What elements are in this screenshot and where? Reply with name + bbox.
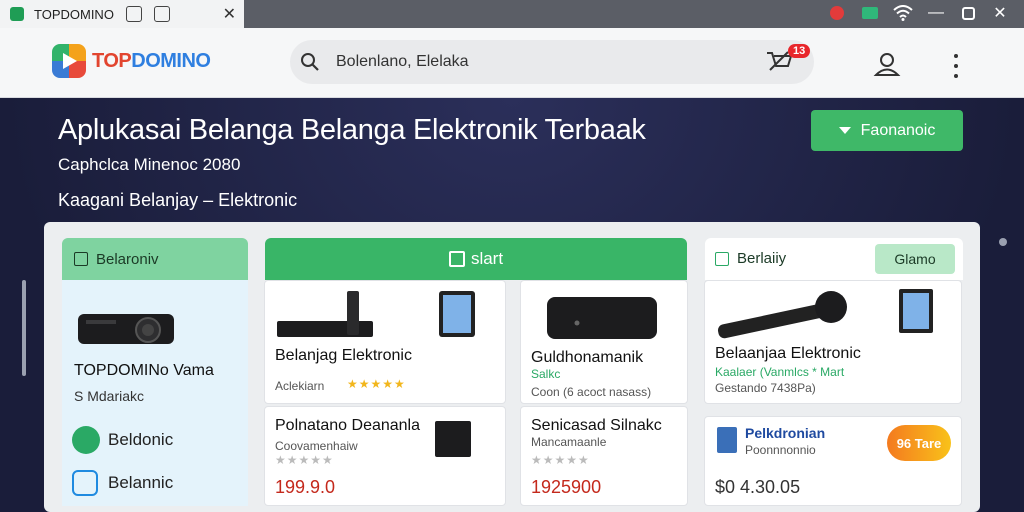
product-sub: Mancamaanle: [531, 435, 607, 449]
wifi-icon[interactable]: [892, 2, 914, 24]
green-circle-icon: [72, 426, 100, 454]
product-title: Senicasad Silnakc: [531, 417, 662, 434]
product-sub: Gestando 7438Pa): [715, 381, 816, 395]
product-card-6[interactable]: Pelkdronian Poonnnonnio 96 Tare $0 4.30.…: [704, 416, 962, 506]
link-beldonic[interactable]: Beldonic: [72, 426, 173, 454]
search-bar[interactable]: Bolenlano, Elelaka: [290, 40, 814, 84]
product-image: [717, 289, 933, 339]
product-sub: Poonnnonnio: [745, 443, 816, 457]
product-image: [435, 421, 471, 457]
mail-icon: [72, 470, 98, 496]
category-icon: [715, 251, 729, 266]
product-sub: Coovamenhaiw: [275, 439, 358, 453]
rating-stars: ★★★★★: [347, 377, 406, 391]
product-card-5[interactable]: Belaanjaa Elektronic Kaalaer (Vanmlcs * …: [704, 280, 962, 404]
right-scroll-indicator[interactable]: [999, 238, 1007, 246]
app-tray-icon[interactable]: [860, 2, 880, 24]
rating-stars: ★★★★★: [531, 453, 590, 467]
product-card-2[interactable]: Guldhonamanik Salkc Coon (6 acoct nasass…: [520, 280, 688, 404]
app-favicon-icon: [10, 7, 24, 21]
hero-subtitle: Caphclca Minenoc 2080: [58, 155, 241, 174]
tab-close-icon[interactable]: ✕: [223, 4, 236, 24]
tab-title: TOPDOMINO: [34, 6, 114, 22]
maximize-icon[interactable]: [958, 2, 978, 24]
right-header: Berlaiiy Glamo: [705, 238, 963, 280]
left-card[interactable]: TOPDOMINo Vama S Mdariakc Beldonic Belan…: [62, 280, 248, 506]
link-belannic[interactable]: Belannic: [72, 470, 173, 496]
user-icon[interactable]: [872, 50, 902, 80]
browser-tab[interactable]: TOPDOMINO ✕: [0, 0, 244, 28]
product-card-1[interactable]: Belanjag Elektronic Aclekiarn ★★★★★: [264, 280, 506, 404]
promo-badge[interactable]: 96 Tare: [887, 425, 951, 461]
checkbox-icon: [448, 251, 465, 267]
logo[interactable]: TOPDOMINO: [52, 44, 211, 78]
product-card-4[interactable]: Senicasad Silnakc Mancamaanle ★★★★★ 1925…: [520, 406, 688, 506]
product-sub: Coon (6 acoct nasass): [531, 385, 652, 399]
search-input[interactable]: Bolenlano, Elelaka: [336, 53, 469, 71]
more-options-icon[interactable]: [954, 54, 960, 78]
category-icon: [74, 252, 88, 266]
product-image: [547, 297, 657, 339]
product-sub: Aclekiarn: [275, 379, 325, 393]
rating-stars: ★★★★★: [275, 453, 334, 467]
hero-cta-button[interactable]: Faonanoic: [811, 110, 963, 151]
hero-cta-label: Faonanoic: [860, 121, 936, 139]
middle-header[interactable]: slart: [265, 238, 687, 280]
notification-icon[interactable]: [826, 2, 848, 24]
left-card-header-label: Belaroniv: [96, 250, 159, 268]
product-name: TOPDOMINo Vama: [74, 362, 214, 379]
tab-image-icon[interactable]: [153, 6, 170, 22]
logo-icon: [52, 44, 86, 78]
product-title: Polnatano Deananla: [275, 417, 421, 434]
cart-count-badge: 13: [788, 44, 811, 58]
product-sub: S Mdariakc: [74, 388, 145, 404]
product-tag: Kaalaer (Vanmlcs * Mart: [715, 365, 845, 379]
dropdown-arrow-icon: [838, 127, 851, 134]
right-header-label[interactable]: Berlaiiy: [715, 250, 786, 267]
app-header: TOPDOMINO Bolenlano, Elelaka 13: [0, 28, 1024, 98]
product-card-3[interactable]: Polnatano Deananla Coovamenhaiw ★★★★★ 19…: [264, 406, 506, 506]
hero-subtitle-2: Kaagani Belanjay – Elektronic: [58, 190, 298, 210]
left-scrollbar[interactable]: [22, 280, 26, 376]
product-price: $0 4.30.05: [715, 477, 801, 497]
product-title: Guldhonamanik: [531, 349, 644, 366]
product-title: Belanjag Elektronic: [275, 347, 412, 364]
page-title: Aplukasai Belanga Belanga Elektronik Ter…: [58, 114, 646, 146]
left-card-header[interactable]: Belaroniv: [62, 238, 248, 280]
search-icon[interactable]: [300, 52, 320, 72]
minimize-icon[interactable]: —: [926, 2, 946, 24]
product-title: Belaanjaa Elektronic: [715, 345, 861, 362]
product-title: Pelkdronian: [745, 425, 826, 441]
filter-pill[interactable]: Glamo: [875, 244, 955, 274]
product-tag: Salkc: [531, 367, 561, 381]
close-window-icon[interactable]: ✕: [990, 2, 1010, 24]
product-image: [277, 291, 475, 337]
product-image: [717, 427, 737, 453]
tab-page-icon[interactable]: [125, 6, 142, 22]
product-price: 199.9.0: [275, 477, 336, 497]
projector-image: [78, 314, 174, 344]
product-price: 1925900: [531, 477, 602, 497]
logo-text: TOPDOMINO: [92, 49, 211, 72]
